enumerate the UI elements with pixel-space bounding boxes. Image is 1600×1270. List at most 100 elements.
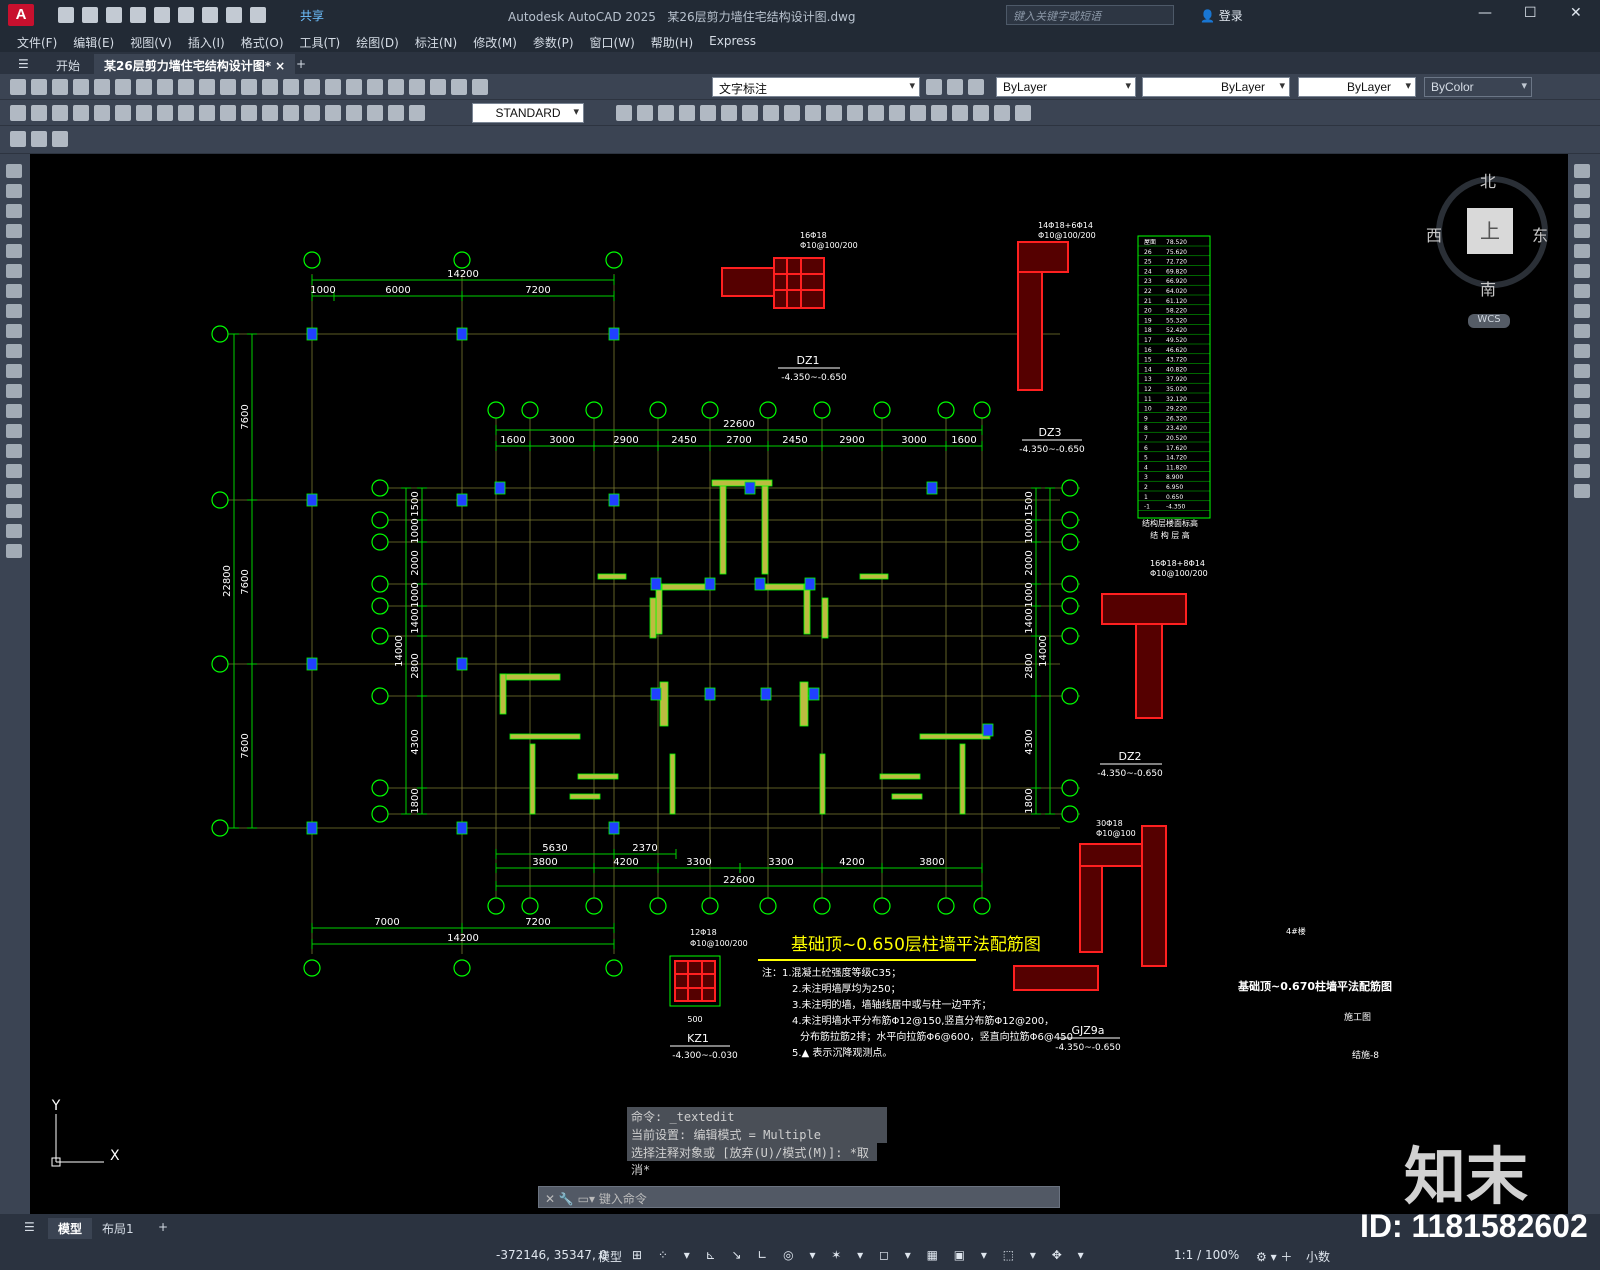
move-icon[interactable] (1574, 264, 1590, 278)
login-button[interactable]: 👤 登录 (1200, 7, 1243, 24)
wcs-button[interactable]: WCS (1468, 314, 1510, 328)
join-icon[interactable] (1574, 404, 1590, 418)
lineweight-select[interactable]: ByLayer (1298, 77, 1416, 97)
menu-help[interactable]: 帮助(H) (644, 30, 702, 52)
status-toggles[interactable]: ⊞ ⁘ ▾ ⊾ ↘ ∟ ◎ ▾ ✶ ▾ ◻ ▾ ▦ ▣ ▾ ⬚ ▾ ✥ ▾ (632, 1248, 1090, 1262)
rectangle-icon[interactable] (6, 244, 22, 258)
dimstyle-select[interactable]: STANDARD (472, 103, 584, 123)
minimize-icon[interactable]: — (1478, 5, 1492, 21)
menu-draw[interactable]: 绘图(D) (349, 30, 408, 52)
menu-parametric[interactable]: 参数(P) (526, 30, 583, 52)
close-icon[interactable]: ✕ (1570, 5, 1582, 21)
chamfer-icon[interactable] (1574, 424, 1590, 438)
point-icon[interactable] (6, 424, 22, 438)
layer-select[interactable]: 文字标注 (712, 77, 920, 97)
add-layout-icon[interactable]: + (148, 1218, 178, 1236)
menu-modify[interactable]: 修改(M) (466, 30, 526, 52)
match-icon[interactable] (178, 79, 194, 95)
menu-insert[interactable]: 插入(I) (181, 30, 234, 52)
modify-9-icon[interactable] (784, 105, 800, 121)
insert-block-icon[interactable] (6, 384, 22, 398)
blend-icon[interactable] (1574, 464, 1590, 478)
publish-icon[interactable] (154, 7, 170, 23)
properties-icon[interactable] (304, 79, 320, 95)
dim-continue-icon[interactable] (220, 105, 236, 121)
polyline-icon[interactable] (6, 204, 22, 218)
ellipse-icon[interactable] (6, 344, 22, 358)
menu-express[interactable]: Express (702, 30, 765, 52)
search-input[interactable]: 键入关键字或短语 (1006, 5, 1174, 25)
app-logo-icon[interactable]: A (8, 4, 34, 26)
scale-icon[interactable] (1574, 304, 1590, 318)
array-icon[interactable] (1574, 244, 1590, 258)
undo-tool-icon[interactable] (199, 79, 215, 95)
plotstyle-select[interactable]: ByColor (1424, 77, 1532, 97)
hatch-icon[interactable] (6, 444, 22, 458)
redo-icon[interactable] (250, 7, 266, 23)
arc-icon[interactable] (6, 264, 22, 278)
center-mark-icon[interactable] (304, 105, 320, 121)
viewcube-south[interactable]: 南 (1480, 276, 1496, 300)
modify-8-icon[interactable] (763, 105, 779, 121)
calc-icon[interactable] (388, 79, 404, 95)
viewcube-north[interactable]: 北 (1480, 168, 1496, 192)
open-icon[interactable] (31, 79, 47, 95)
mirror-icon[interactable] (1574, 204, 1590, 218)
dim-ordinate-icon[interactable] (73, 105, 89, 121)
inspect-icon[interactable] (325, 105, 341, 121)
menu-dimension[interactable]: 标注(N) (408, 30, 466, 52)
command-input[interactable]: ✕ 🔧 ▭▾ 键入命令 (538, 1186, 1060, 1208)
preview-icon[interactable] (94, 79, 110, 95)
viewcube-east[interactable]: 东 (1532, 222, 1548, 246)
revcloud-icon[interactable] (6, 304, 22, 318)
layer-states-icon[interactable] (968, 79, 984, 95)
paste-icon[interactable] (157, 79, 173, 95)
stretch-icon[interactable] (1574, 324, 1590, 338)
copy-icon[interactable] (136, 79, 152, 95)
dim-arc-icon[interactable] (52, 105, 68, 121)
dim-radius-icon[interactable] (94, 105, 110, 121)
offset-icon[interactable] (1574, 224, 1590, 238)
copy-obj-icon[interactable] (1574, 184, 1590, 198)
ellipse-arc-icon[interactable] (6, 364, 22, 378)
modify-1-icon[interactable] (616, 105, 632, 121)
drawing-canvas[interactable]: 1000 6000 7200 14200 1600 3000 2900 2450 2700 245… (30, 154, 1568, 1214)
share-button[interactable]: 共享 (300, 7, 324, 24)
new-file-icon[interactable] (58, 7, 74, 23)
erase-icon[interactable] (1574, 164, 1590, 178)
menu-file[interactable]: 文件(F) (10, 30, 66, 52)
modify-2-icon[interactable] (637, 105, 653, 121)
modify-20-icon[interactable] (1015, 105, 1031, 121)
open-file-icon[interactable] (82, 7, 98, 23)
color-select[interactable]: ByLayer (996, 77, 1136, 97)
modify-11-icon[interactable] (826, 105, 842, 121)
layer-manager-icon[interactable] (430, 79, 446, 95)
modify-13-icon[interactable] (868, 105, 884, 121)
gradient-icon[interactable] (6, 464, 22, 478)
dim-break-icon[interactable] (262, 105, 278, 121)
modify-3-icon[interactable] (658, 105, 674, 121)
modify-4-icon[interactable] (679, 105, 695, 121)
dim-text-edit-icon[interactable] (388, 105, 404, 121)
layer-bulb-icon[interactable] (451, 79, 467, 95)
modify-10-icon[interactable] (805, 105, 821, 121)
extend-icon[interactable] (1574, 364, 1590, 378)
model-space-button[interactable]: 模型 (598, 1248, 622, 1265)
region-icon[interactable] (6, 484, 22, 498)
spline-icon[interactable] (6, 324, 22, 338)
modify-5-icon[interactable] (700, 105, 716, 121)
plot-tool-icon[interactable] (73, 79, 89, 95)
menu-format[interactable]: 格式(O) (234, 30, 293, 52)
modify-16-icon[interactable] (931, 105, 947, 121)
line-icon[interactable] (6, 164, 22, 178)
new-icon[interactable] (10, 79, 26, 95)
viewcube-west[interactable]: 西 (1426, 222, 1442, 246)
dim-update-icon[interactable] (409, 105, 425, 121)
break-icon[interactable] (1574, 384, 1590, 398)
menu-edit[interactable]: 编辑(E) (66, 30, 123, 52)
mtext-icon[interactable] (6, 524, 22, 538)
modify-15-icon[interactable] (910, 105, 926, 121)
save-icon[interactable] (106, 7, 122, 23)
annotation-scale[interactable]: 1:1 / 100% (1174, 1248, 1239, 1262)
dim-edit-icon[interactable] (367, 105, 383, 121)
